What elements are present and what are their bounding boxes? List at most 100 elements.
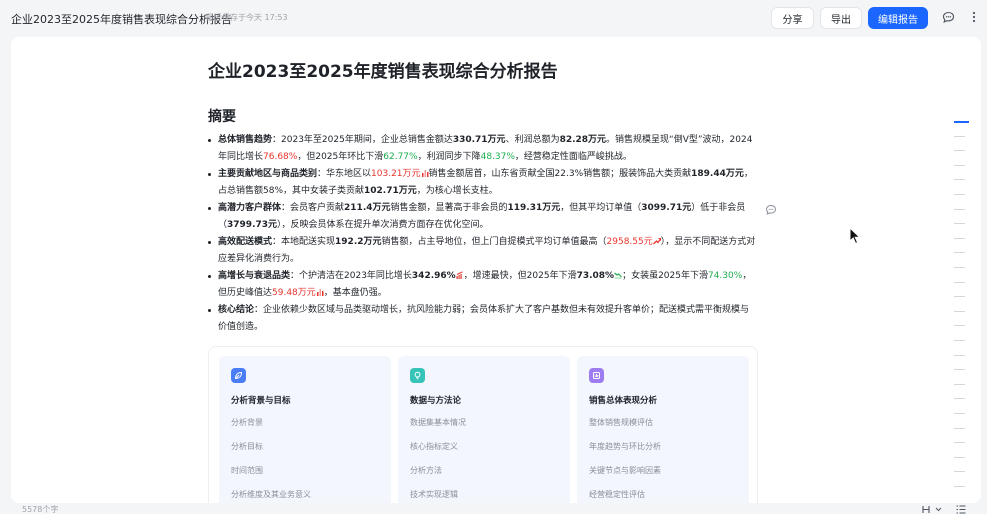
bullet-text: ：本地配送实现: [272, 237, 336, 247]
card-link[interactable]: 关键节点与影响因素: [589, 465, 739, 489]
bullet-text: ：会员客户贡献: [281, 203, 345, 213]
trend-up-icon: [652, 237, 661, 245]
metric-value: 192.2万元: [335, 237, 382, 247]
metric-value: 189.44万元: [691, 169, 744, 179]
toc-marker[interactable]: [954, 252, 965, 254]
card-title: 分析背景与目标: [231, 396, 291, 406]
bullet-text: 销售金额居首，山东省贡献全国22.3%销售额；服装饰品大类贡献: [428, 169, 692, 179]
bullet-text: 销售金额，显著高于非会员的: [390, 203, 508, 213]
toc-marker[interactable]: [954, 164, 965, 166]
word-count: 5578个字: [22, 505, 59, 514]
outline-card[interactable]: 销售总体表现分析 整体销售规模评估 年度趋势与环比分析 关键节点与影响因素 经营…: [577, 356, 749, 503]
toc-marker[interactable]: [954, 223, 965, 225]
bullet-text: ，利润同步下降: [417, 152, 481, 162]
bullet-text: ，增速最快，但2025年下滑: [463, 271, 577, 281]
decline-icon: [614, 272, 623, 279]
edit-report-button[interactable]: 编辑报告: [868, 7, 928, 29]
card-link[interactable]: 分析方法: [410, 465, 560, 489]
toc-marker[interactable]: [954, 442, 965, 444]
card-link[interactable]: 分析目标: [231, 441, 381, 465]
list-item: 核心结论：企业依赖少数区域与品类驱动增长，抗风险能力弱；会员体系扩大了客户基数但…: [208, 302, 758, 336]
increase-value: 59.48万元: [272, 288, 316, 298]
document-title: 企业2023至2025年度销售表现综合分析报告: [11, 13, 232, 26]
outline-icon[interactable]: [956, 504, 966, 514]
metric-value: 211.4万元: [344, 203, 391, 213]
toc-marker[interactable]: [954, 354, 965, 356]
toc-marker[interactable]: [954, 150, 965, 152]
document-canvas[interactable]: 企业2023至2025年度销售表现综合分析报告 摘要 总体销售趋势：2023年至…: [11, 37, 981, 503]
toc-marker[interactable]: [954, 413, 965, 414]
outline-cards: 分析背景与目标 分析背景 分析目标 时间范围 分析维度及其业务意义 数据与方法论…: [208, 346, 758, 503]
bullet-text: ：华东地区以: [317, 169, 372, 179]
growth-icon: [456, 271, 463, 279]
bar-chart-icon: [316, 289, 324, 296]
toc-marker[interactable]: [954, 325, 965, 327]
metric-value: 342.96%: [411, 271, 456, 281]
card-link[interactable]: 技术实现逻辑: [410, 489, 560, 503]
bullet-label: 主要贡献地区与商品类别: [218, 169, 318, 179]
bullet-text: ），反映会员体系在提升单次消费方面存在优化空间。: [277, 220, 489, 230]
bullet-text: ，但其平均订单值（: [560, 203, 642, 213]
card-link[interactable]: 核心指标定义: [410, 441, 560, 465]
toc-marker[interactable]: [954, 340, 965, 341]
toc-marker[interactable]: [954, 471, 965, 473]
decrease-value: 48.37%: [480, 152, 515, 162]
outline-card[interactable]: 分析背景与目标 分析背景 分析目标 时间范围 分析维度及其业务意义: [219, 356, 391, 503]
summary-list: 总体销售趋势：2023年至2025年期间，企业总销售金额达330.71万元、利润…: [208, 132, 758, 336]
toc-marker[interactable]: [954, 208, 965, 210]
toc-marker[interactable]: [954, 310, 965, 312]
list-item: 高潜力客户群体：会员客户贡献211.4万元销售金额，显著高于非会员的119.31…: [208, 200, 758, 234]
toc-marker[interactable]: [954, 398, 965, 400]
bullet-text: ：企业依赖少数区域与品类驱动增长，抗风险能力弱；会员体系扩大了客户基数但未有效提…: [218, 305, 750, 332]
metric-value: 119.31万元: [507, 203, 561, 213]
summary-heading: 摘要: [208, 109, 236, 125]
toc-marker[interactable]: [954, 281, 965, 283]
bullet-text: ：2023年至2025年期间，企业总销售金额达: [272, 135, 453, 145]
toc-marker[interactable]: [954, 456, 965, 458]
list-item: 高增长与衰退品类：个护清洁在2023年同比增长342.96% ，增速最快，但202…: [208, 268, 758, 302]
bullet-text: ，为核心增长支柱。: [416, 186, 498, 196]
card-title: 数据与方法论: [410, 396, 462, 406]
toc-marker[interactable]: [954, 296, 965, 298]
toc-marker[interactable]: [954, 369, 965, 371]
decrease-value: 74.30%: [707, 271, 743, 281]
toc-marker[interactable]: [954, 179, 965, 181]
more-icon[interactable]: [967, 10, 981, 24]
metric-value: 330.71万元: [452, 135, 506, 145]
chart-icon: [589, 368, 604, 383]
toc-marker[interactable]: [954, 135, 965, 137]
bulb-icon: [410, 368, 425, 383]
card-link[interactable]: 时间范围: [231, 465, 381, 489]
card-title: 销售总体表现分析: [589, 396, 658, 406]
metric-value: 102.71万元: [364, 186, 417, 196]
card-link[interactable]: 整体销售规模评估: [589, 417, 739, 441]
save-status: 最近保存于今天 17:53: [206, 13, 288, 22]
toc-marker[interactable]: [954, 121, 969, 123]
increase-value: 76.68%: [263, 152, 298, 162]
toc-marker[interactable]: [954, 237, 965, 239]
toc-marker[interactable]: [954, 267, 965, 268]
share-button[interactable]: 分享: [771, 7, 814, 29]
toc-marker[interactable]: [954, 194, 965, 195]
bullet-text: ，基本盘仍强。: [323, 288, 387, 298]
toc-marker[interactable]: [954, 486, 965, 487]
bar-chart-icon: [421, 170, 429, 177]
page-title: 企业2023至2025年度销售表现综合分析报告: [208, 62, 558, 82]
heading-selector-icon[interactable]: [922, 504, 944, 514]
status-bar: 5578个字: [0, 503, 987, 514]
bullet-label: 高潜力客户群体: [218, 203, 282, 213]
toc-marker[interactable]: [954, 427, 965, 429]
outline-card[interactable]: 数据与方法论 数据集基本情况 核心指标定义 分析方法 技术实现逻辑: [398, 356, 570, 503]
add-comment-icon[interactable]: [765, 204, 777, 216]
metric-value: 82.28万元: [559, 135, 607, 145]
card-link[interactable]: 分析维度及其业务意义: [231, 489, 381, 503]
card-link[interactable]: 经营稳定性评估: [589, 489, 739, 503]
bullet-label: 核心结论: [218, 305, 255, 315]
export-button[interactable]: 导出: [820, 7, 862, 29]
card-link[interactable]: 年度趋势与环比分析: [589, 441, 739, 465]
comment-icon[interactable]: [941, 10, 955, 24]
card-link[interactable]: 分析背景: [231, 417, 381, 441]
bullet-text: ，经营稳定性面临严峻挑战。: [514, 152, 632, 162]
card-link[interactable]: 数据集基本情况: [410, 417, 560, 441]
toc-marker[interactable]: [954, 383, 965, 385]
